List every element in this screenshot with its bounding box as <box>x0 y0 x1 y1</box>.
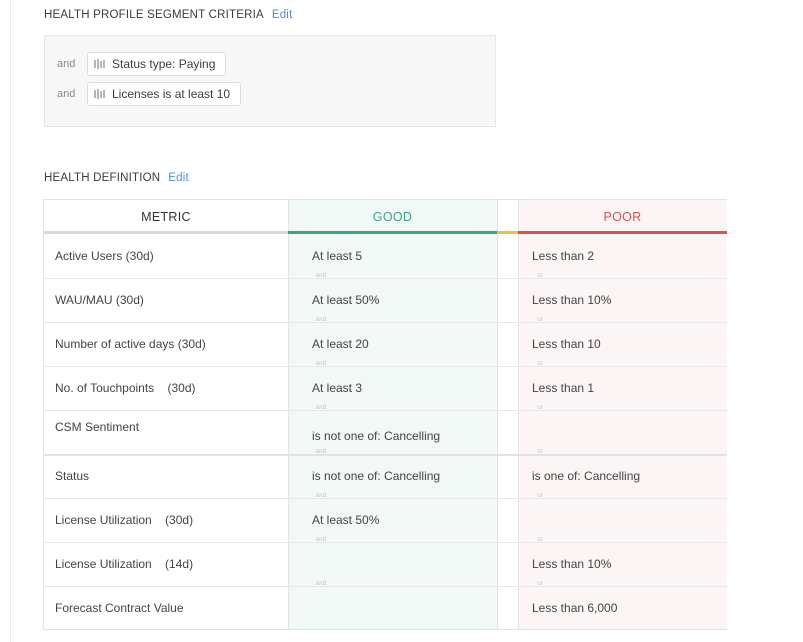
segment-icon <box>94 59 105 69</box>
header-underline-good <box>288 231 497 234</box>
good-threshold: is not one of: Cancelling <box>312 469 441 483</box>
header-underline-neutral <box>497 231 518 234</box>
good-threshold: is not one of: Cancelling <box>312 429 441 443</box>
header-metric: METRIC <box>141 209 191 224</box>
metric-name: CSM Sentiment <box>55 420 140 434</box>
segment-criteria-title: HEALTH PROFILE SEGMENT CRITERIA <box>44 9 264 21</box>
criteria-joiner: and <box>57 88 76 100</box>
column-divider <box>288 200 289 629</box>
metric-name: Status <box>55 469 90 483</box>
row-divider <box>44 542 727 543</box>
row-divider <box>44 366 727 367</box>
header-underline-poor <box>518 231 727 234</box>
header-good: GOOD <box>372 209 413 224</box>
metric-name: No. of Touchpoints (30d) <box>55 381 196 395</box>
row-divider <box>44 410 727 411</box>
segment-icon <box>94 89 105 99</box>
segment-criteria-edit-link[interactable]: Edit <box>272 9 293 21</box>
metric-name: WAU/MAU (30d) <box>55 293 144 307</box>
criteria-row: and Status type: Paying <box>57 52 227 76</box>
header-poor: POOR <box>603 209 642 224</box>
row-divider <box>44 498 727 499</box>
row-divider <box>44 278 727 279</box>
criteria-chip-label: Status type: Paying <box>112 57 216 71</box>
left-divider <box>10 0 11 642</box>
column-divider <box>518 200 519 629</box>
poor-threshold: is one of: Cancelling <box>532 469 641 483</box>
criteria-chip-label: Licenses is at least 10 <box>112 87 231 101</box>
good-threshold: At least 3 <box>312 381 363 395</box>
good-threshold: At least 20 <box>312 337 369 351</box>
segment-criteria-header: HEALTH PROFILE SEGMENT CRITERIA Edit <box>44 9 292 21</box>
column-divider <box>497 200 498 629</box>
poor-threshold: Less than 10 <box>532 337 601 351</box>
row-divider <box>44 586 727 587</box>
good-threshold: At least 50% <box>312 513 380 527</box>
health-definition-header: HEALTH DEFINITION Edit <box>44 172 189 184</box>
metric-name: Forecast Contract Value <box>55 601 184 615</box>
good-column-background <box>288 200 497 629</box>
good-threshold: At least 5 <box>312 249 363 263</box>
criteria-joiner: and <box>57 58 76 70</box>
criteria-chip-licenses[interactable]: Licenses is at least 10 <box>87 82 242 106</box>
criteria-chip-status-type[interactable]: Status type: Paying <box>87 52 227 76</box>
row-divider <box>44 322 727 323</box>
poor-threshold: Less than 10% <box>532 557 612 571</box>
poor-threshold: Less than 2 <box>532 249 595 263</box>
criteria-row: and Licenses is at least 10 <box>57 82 242 106</box>
poor-threshold: Less than 10% <box>532 293 612 307</box>
metric-name: License Utilization (30d) <box>55 513 194 527</box>
poor-threshold: Less than 1 <box>532 381 595 395</box>
header-underline-metric <box>44 231 288 234</box>
segment-criteria-box: and Status type: Paying and Licenses is … <box>44 35 496 127</box>
good-threshold: At least 50% <box>312 293 380 307</box>
metric-name: License Utilization (14d) <box>55 557 194 571</box>
row-divider <box>44 454 727 456</box>
health-definition-edit-link[interactable]: Edit <box>168 172 189 184</box>
metric-name: Active Users (30d) <box>55 249 154 263</box>
health-definition-table: METRIC GOOD POOR Active Users (30d) At le… <box>43 199 727 630</box>
metric-name: Number of active days (30d) <box>55 337 206 351</box>
health-definition-title: HEALTH DEFINITION <box>44 172 161 184</box>
poor-threshold: Less than 6,000 <box>532 601 618 615</box>
